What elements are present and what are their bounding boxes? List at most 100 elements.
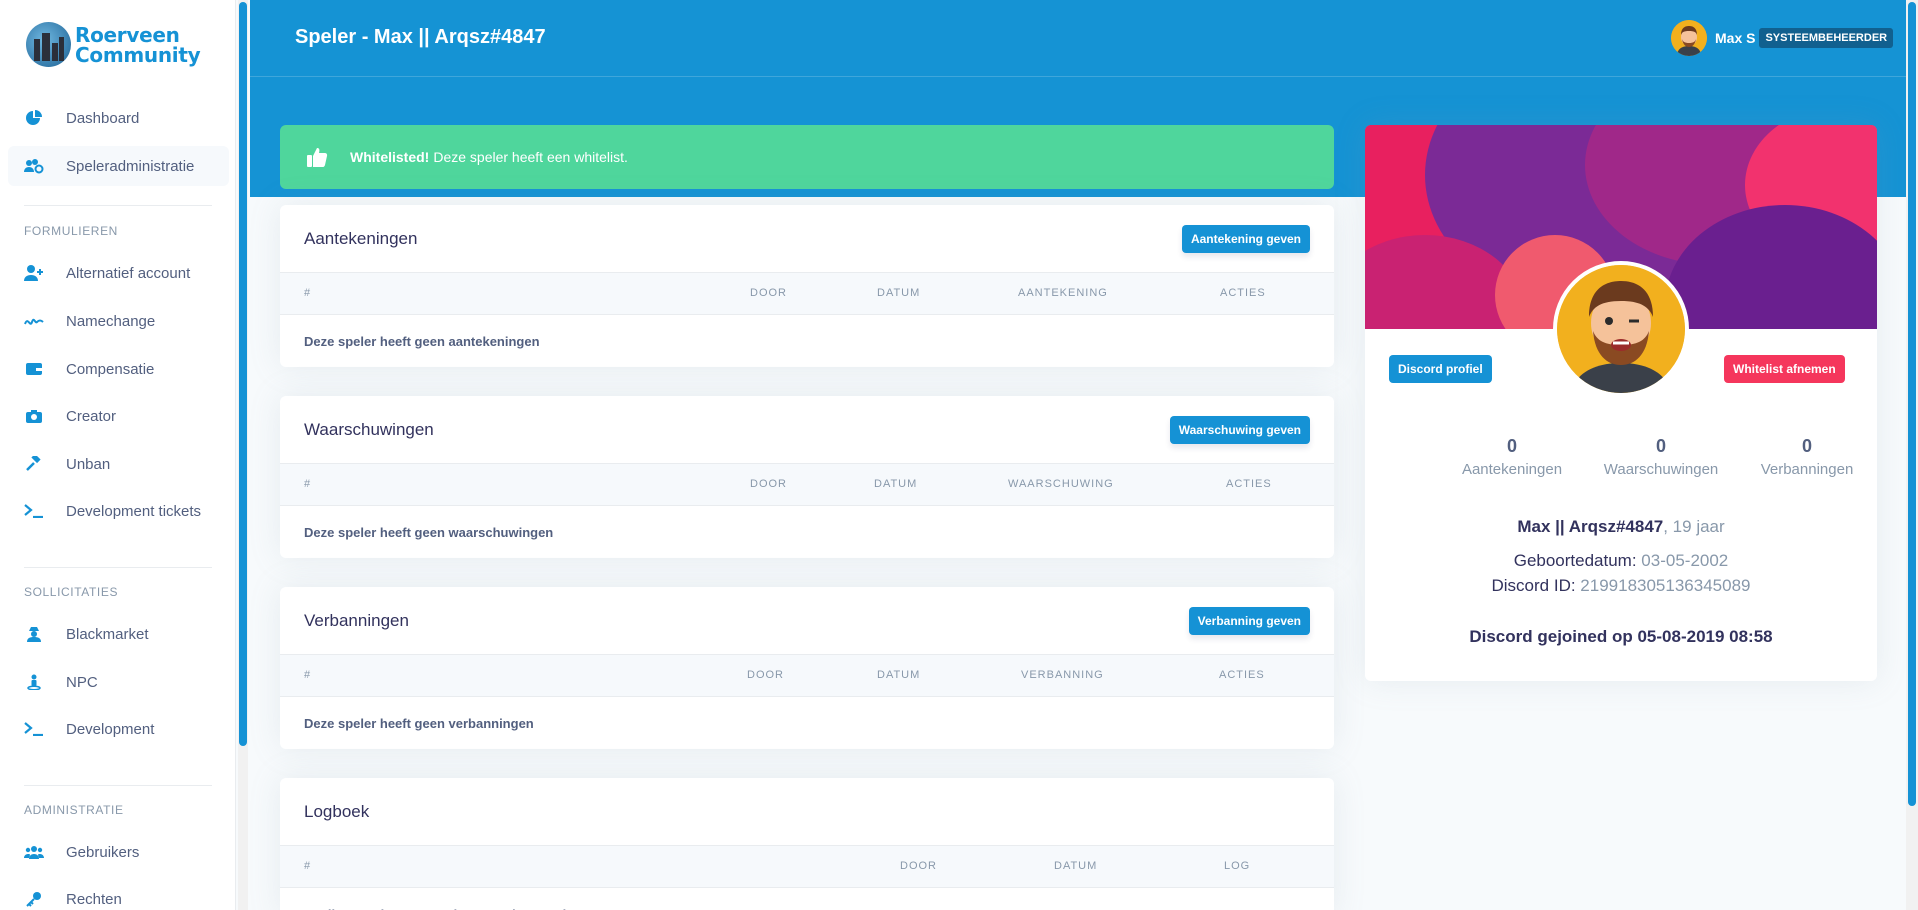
column-header[interactable]: AANTEKENING <box>1018 287 1108 299</box>
sidebar-item-alternatief-account[interactable]: Alternatief account <box>8 253 229 293</box>
remove-whitelist-button[interactable]: Whitelist afnemen <box>1724 355 1845 383</box>
column-header[interactable]: LOG <box>1224 860 1250 872</box>
add-warning-button[interactable]: Waarschuwing geven <box>1169 415 1310 444</box>
terminal-icon <box>24 503 44 519</box>
sidebar-item-rechten[interactable]: Rechten <box>8 879 229 910</box>
column-header[interactable]: DOOR <box>900 860 937 872</box>
profile-card: Discord profiel Whitelist afnemen 0 Aant… <box>1365 125 1877 681</box>
sidebar-item-development[interactable]: Development <box>8 709 229 749</box>
stat-label: Aantekeningen <box>1461 461 1563 478</box>
add-note-button[interactable]: Aantekening geven <box>1181 224 1310 253</box>
sidebar-scrollbar-thumb[interactable] <box>239 2 247 746</box>
section-heading-administratie: ADMINISTRATIE <box>24 803 124 817</box>
users-icon <box>24 844 44 860</box>
profile-age: , 19 jaar <box>1663 517 1725 536</box>
wallet-icon <box>24 361 44 377</box>
column-header[interactable]: # <box>304 478 311 490</box>
card-aantekeningen: Aantekeningen Aantekening geven # DOOR D… <box>280 205 1334 367</box>
sidebar-item-creator[interactable]: Creator <box>8 396 229 436</box>
discord-profile-button[interactable]: Discord profiel <box>1389 355 1492 383</box>
stat-value: 0 <box>1655 436 1666 456</box>
stat-aantekeningen: 0 Aantekeningen <box>1442 436 1582 478</box>
add-ban-button[interactable]: Verbanning geven <box>1188 606 1310 635</box>
stat-label: Verbanningen <box>1760 461 1854 478</box>
discord-id-line: Discord ID: 219918305136345089 <box>1365 576 1877 596</box>
column-header[interactable]: WAARSCHUWING <box>1008 478 1114 490</box>
column-header[interactable]: DATUM <box>877 287 920 299</box>
sidebar-item-label: Development tickets <box>66 502 202 520</box>
profile-name-line: Max || Arqsz#4847, 19 jaar <box>1365 517 1877 537</box>
brand-logo[interactable]: Roerveen Community <box>26 22 201 67</box>
table-header: # DOOR DATUM AANTEKENING ACTIES <box>280 273 1334 315</box>
sidebar-item-npc[interactable]: NPC <box>8 662 229 702</box>
column-header[interactable]: # <box>304 287 311 299</box>
column-header[interactable]: ACTIES <box>1226 478 1272 490</box>
thumbs-up-icon <box>306 146 328 168</box>
role-badge: SYSTEEMBEHEERDER <box>1759 28 1894 48</box>
section-heading-sollicitaties: SOLLICITATIES <box>24 585 119 599</box>
empty-message: Er zijn geen logs gevonden voor deze spe… <box>280 888 1334 910</box>
table-header: # DOOR DATUM VERBANNING ACTIES <box>280 655 1334 697</box>
sidebar-item-blackmarket[interactable]: Blackmarket <box>8 614 229 654</box>
sidebar-item-compensatie[interactable]: Compensatie <box>8 349 229 389</box>
birthdate-line: Geboortedatum: 03-05-2002 <box>1365 551 1877 571</box>
sidebar-item-label: Compensatie <box>66 360 155 378</box>
sidebar-item-label: NPC <box>66 673 98 691</box>
sidebar-item-gebruikers[interactable]: Gebruikers <box>8 832 229 872</box>
column-header[interactable]: DATUM <box>874 478 917 490</box>
sidebar-item-label: Unban <box>66 455 111 473</box>
section-heading-formulieren: FORMULIEREN <box>24 224 118 238</box>
table-header: # DOOR DATUM WAARSCHUWING ACTIES <box>280 464 1334 506</box>
logo-icon <box>26 22 71 67</box>
column-header[interactable]: # <box>304 860 311 872</box>
sidebar-item-dashboard[interactable]: Dashboard <box>8 98 229 138</box>
key-icon <box>24 891 44 907</box>
column-header[interactable]: ACTIES <box>1219 669 1265 681</box>
gavel-icon <box>24 456 44 472</box>
birthdate-value: 03-05-2002 <box>1641 551 1729 570</box>
column-header[interactable]: DOOR <box>750 287 787 299</box>
empty-message: Deze speler heeft geen waarschuwingen <box>304 524 554 540</box>
empty-message: Deze speler heeft geen aantekeningen <box>304 333 540 349</box>
divider <box>24 785 212 786</box>
column-header[interactable]: VERBANNING <box>1021 669 1104 681</box>
pie-chart-icon <box>24 110 44 126</box>
column-header[interactable]: # <box>304 669 311 681</box>
card-title: Logboek <box>304 801 370 821</box>
alert-text: Deze speler heeft een whitelist. <box>433 149 628 165</box>
card-title: Verbanningen <box>304 610 409 630</box>
discord-id-label: Discord ID: <box>1491 576 1581 595</box>
card-logboek: Logboek # DOOR DATUM LOG Er zijn geen lo… <box>280 778 1334 910</box>
column-header[interactable]: DOOR <box>750 478 787 490</box>
empty-message: Deze speler heeft geen verbanningen <box>304 715 534 731</box>
terminal-icon <box>24 721 44 737</box>
profile-avatar <box>1553 261 1689 397</box>
sidebar-item-speleradministratie[interactable]: Speleradministratie <box>8 146 229 186</box>
card-waarschuwingen: Waarschuwingen Waarschuwing geven # DOOR… <box>280 396 1334 558</box>
card-title: Aantekeningen <box>304 228 418 248</box>
stat-waarschuwingen: 0 Waarschuwingen <box>1591 436 1731 478</box>
user-menu[interactable]: Max S SYSTEEMBEHEERDER <box>1671 20 1894 56</box>
stat-value: 0 <box>1506 436 1517 456</box>
sidebar-item-label: Speleradministratie <box>66 157 195 175</box>
brand-line2: Community <box>75 42 201 67</box>
users-cog-icon <box>24 158 44 174</box>
header-divider <box>250 76 1906 77</box>
divider <box>24 567 212 568</box>
column-header[interactable]: DATUM <box>1054 860 1097 872</box>
alert-strong: Whitelisted! <box>350 149 430 165</box>
sidebar-item-namechange[interactable]: Namechange <box>8 301 229 341</box>
sidebar-item-label: Rechten <box>66 890 122 908</box>
column-header[interactable]: ACTIES <box>1220 287 1266 299</box>
divider <box>24 205 212 206</box>
sidebar-item-label: Namechange <box>66 312 156 330</box>
column-header[interactable]: DOOR <box>747 669 784 681</box>
profile-name: Max || Arqsz#4847 <box>1517 517 1664 536</box>
signature-icon <box>24 313 44 329</box>
card-title: Waarschuwingen <box>304 419 434 439</box>
sidebar-item-unban[interactable]: Unban <box>8 444 229 484</box>
column-header[interactable]: DATUM <box>877 669 920 681</box>
brand-name: Roerveen Community <box>75 25 201 67</box>
page-scrollbar-thumb[interactable] <box>1908 2 1916 806</box>
sidebar-item-development-tickets[interactable]: Development tickets <box>8 491 229 531</box>
